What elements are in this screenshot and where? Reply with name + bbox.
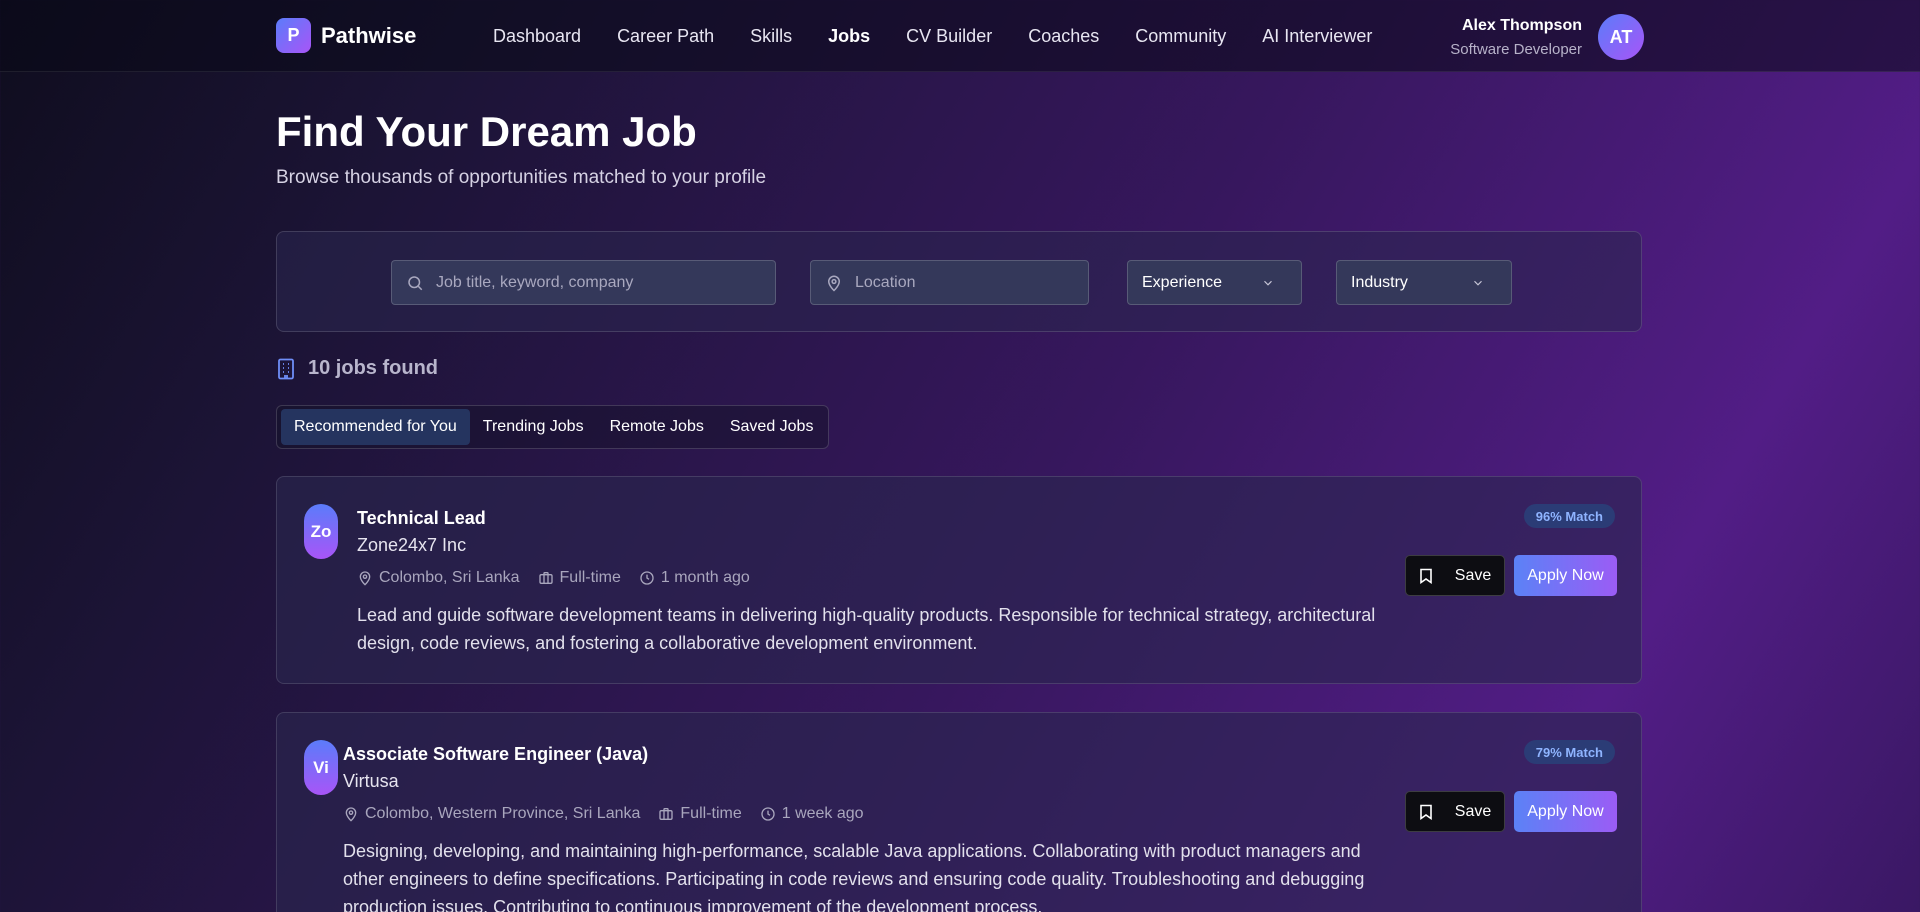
map-pin-icon [827, 275, 841, 292]
page-subtitle: Browse thousands of opportunities matche… [276, 167, 767, 188]
experience-select[interactable]: Experience [1127, 260, 1302, 305]
nav-item-skills[interactable]: Skills [750, 26, 792, 47]
brand-name: Pathwise [321, 22, 417, 48]
save-button-label: Save [1454, 802, 1492, 820]
job-posted-text: 1 week ago [781, 805, 864, 822]
brand[interactable]: P Pathwise [276, 18, 416, 53]
clock-icon [640, 571, 654, 585]
apply-now-button[interactable]: Apply Now [1514, 791, 1617, 832]
industry-select[interactable]: Industry [1336, 260, 1512, 305]
tab-remote[interactable]: Remote Jobs [597, 409, 717, 445]
save-button[interactable]: Save [1405, 555, 1505, 596]
job-location-text: Colombo, Sri Lanka [379, 569, 520, 586]
map-pin-icon [345, 807, 357, 822]
nav-item-jobs[interactable]: Jobs [828, 26, 870, 47]
apply-now-button[interactable]: Apply Now [1514, 555, 1617, 596]
keyword-search-input[interactable] [436, 273, 775, 292]
location-input[interactable] [855, 273, 1088, 292]
main-nav: Dashboard Career Path Skills Jobs CV Bui… [493, 0, 1408, 72]
pathwise-logo-icon: P [276, 18, 311, 53]
chevron-down-icon [1264, 280, 1272, 286]
nav-item-coaches[interactable]: Coaches [1028, 26, 1099, 47]
avatar[interactable]: AT [1598, 14, 1644, 60]
job-posted: 1 week ago [760, 805, 864, 823]
top-navigation-bar: P Pathwise Dashboard Career Path Skills … [0, 0, 1920, 72]
nav-item-career-path[interactable]: Career Path [617, 26, 714, 47]
briefcase-icon [659, 808, 674, 820]
jobs-count: 10 jobs found [276, 357, 438, 380]
tab-trending[interactable]: Trending Jobs [470, 409, 597, 445]
job-meta: Colombo, Sri Lanka Full-time 1 month ago [357, 569, 768, 587]
nav-item-ai-interviewer[interactable]: AI Interviewer [1262, 26, 1372, 47]
save-button-label: Save [1454, 566, 1492, 584]
nav-item-community[interactable]: Community [1135, 26, 1226, 47]
job-tabs: Recommended for You Trending Jobs Remote… [276, 405, 829, 449]
job-card[interactable]: Zo Technical Lead Zone24x7 Inc Colombo, … [276, 476, 1642, 684]
user-name: Alex Thompson [1461, 16, 1582, 34]
job-title[interactable]: Associate Software Engineer (Java) [343, 744, 648, 765]
experience-select-label: Experience [1142, 273, 1223, 291]
chevron-down-icon [1474, 280, 1482, 286]
briefcase-icon [538, 572, 553, 584]
building-icon [278, 358, 294, 379]
user-role: Software Developer [1450, 40, 1582, 58]
job-type-text: Full-time [680, 805, 742, 822]
company-logo: Vi [304, 740, 338, 795]
tab-saved[interactable]: Saved Jobs [717, 409, 827, 445]
job-type: Full-time [538, 569, 621, 587]
job-company: Virtusa [343, 771, 399, 791]
company-logo: Zo [304, 504, 338, 559]
job-location: Colombo, Sri Lanka [357, 569, 520, 587]
job-description: Designing, developing, and maintaining h… [343, 841, 1365, 912]
clock-icon [761, 807, 775, 821]
location-field[interactable] [810, 260, 1089, 305]
job-location: Colombo, Western Province, Sri Lanka [343, 805, 640, 823]
job-meta: Colombo, Western Province, Sri Lanka Ful… [343, 805, 882, 823]
search-panel: Experience Industry [276, 231, 1642, 332]
match-badge: 96% Match [1523, 504, 1615, 528]
job-posted-text: 1 month ago [660, 569, 750, 586]
page-title: Find Your Dream Job [276, 108, 697, 155]
bookmark-icon [1419, 804, 1432, 820]
job-company: Zone24x7 Inc [357, 535, 467, 555]
job-description: Lead and guide software development team… [357, 605, 1376, 653]
map-pin-icon [359, 571, 371, 586]
jobs-count-text: 10 jobs found [308, 357, 438, 379]
job-title[interactable]: Technical Lead [357, 508, 486, 529]
bookmark-icon [1419, 568, 1432, 584]
search-icon [408, 275, 423, 290]
user-info: Alex Thompson Software Developer [1450, 17, 1582, 58]
tab-recommended[interactable]: Recommended for You [281, 409, 470, 445]
user-profile[interactable]: Alex Thompson Software Developer AT [1450, 14, 1644, 60]
nav-item-dashboard[interactable]: Dashboard [493, 26, 581, 47]
job-type: Full-time [658, 805, 742, 823]
nav-item-cv-builder[interactable]: CV Builder [906, 26, 992, 47]
job-card[interactable]: Vi Associate Software Engineer (Java) Vi… [276, 712, 1642, 912]
match-badge: 79% Match [1523, 740, 1615, 764]
job-location-text: Colombo, Western Province, Sri Lanka [365, 805, 641, 822]
keyword-search-field[interactable] [391, 260, 776, 305]
job-posted: 1 month ago [639, 569, 750, 587]
industry-select-label: Industry [1351, 273, 1408, 291]
save-button[interactable]: Save [1405, 791, 1505, 832]
job-type-text: Full-time [559, 569, 621, 586]
